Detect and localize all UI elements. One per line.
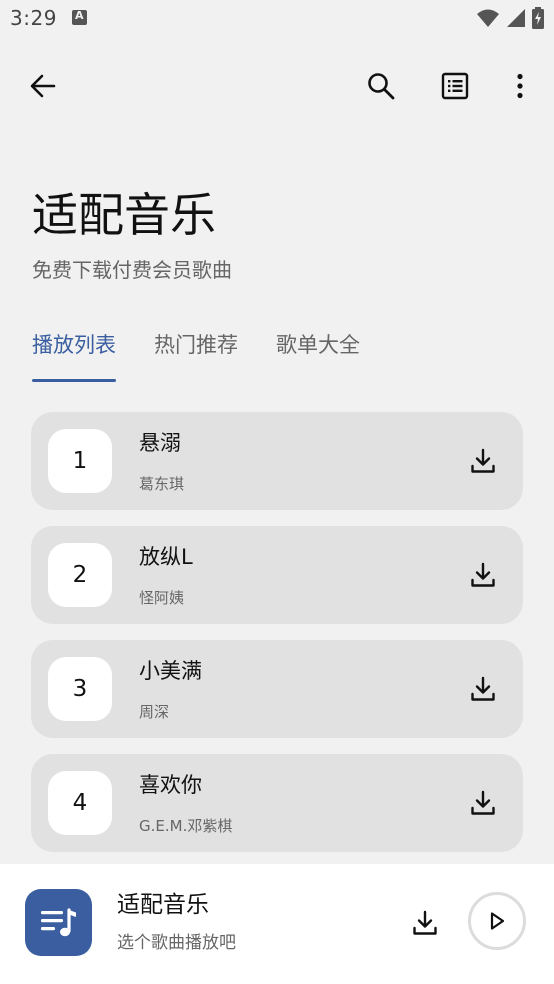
song-number: 4 [48, 771, 112, 835]
status-time: 3:29 [10, 6, 57, 30]
song-item[interactable]: 4 喜欢你 G.E.M.邓紫棋 [31, 754, 523, 852]
search-icon [368, 73, 395, 100]
song-title: 悬溺 [139, 431, 181, 455]
player-title: 适配音乐 [117, 892, 209, 918]
song-number: 3 [48, 657, 112, 721]
list-icon [441, 72, 469, 100]
song-title: 喜欢你 [139, 773, 202, 797]
song-title: 小美满 [139, 659, 202, 683]
player-download-button[interactable] [403, 901, 447, 945]
download-icon [413, 910, 437, 935]
tab-playlist[interactable]: 播放列表 [32, 328, 116, 382]
notification-a-icon [72, 9, 87, 25]
signal-icon [507, 9, 525, 27]
song-download-button[interactable] [461, 553, 505, 597]
song-list: 1 悬溺 葛东琪 2 放纵L 怪阿姨 3 小美满 周深 4 喜欢你 G.E.M.… [31, 412, 523, 868]
more-options-button[interactable] [498, 64, 542, 108]
battery-charging-icon [532, 7, 544, 29]
song-title: 放纵L [139, 545, 193, 569]
download-icon [471, 448, 495, 473]
page-subtitle: 免费下载付费会员歌曲 [32, 258, 232, 282]
song-artist: 葛东琪 [139, 475, 185, 493]
tab-playlist-collection[interactable]: 歌单大全 [276, 328, 360, 382]
play-button[interactable] [468, 892, 526, 950]
player-bar: 适配音乐 选个歌曲播放吧 [0, 864, 554, 984]
wifi-icon [477, 9, 499, 27]
app-bar [0, 60, 554, 112]
player-cover[interactable] [25, 889, 92, 956]
download-icon [471, 676, 495, 701]
app-screen: 3:29 A 适配音乐 免费下载付费会员歌曲 播放列表 热门推荐 歌单大全 1 … [0, 0, 554, 984]
status-icons [476, 7, 544, 29]
list-button[interactable] [433, 64, 477, 108]
song-artist: 周深 [139, 703, 170, 721]
search-button[interactable] [359, 64, 403, 108]
song-artist: G.E.M.邓紫棋 [139, 817, 233, 835]
song-number: 2 [48, 543, 112, 607]
song-item[interactable]: 2 放纵L 怪阿姨 [31, 526, 523, 624]
song-download-button[interactable] [461, 439, 505, 483]
music-queue-icon [40, 907, 76, 936]
song-number: 1 [48, 429, 112, 493]
back-button[interactable] [21, 64, 65, 108]
play-icon [490, 912, 505, 930]
tab-bar: 播放列表 热门推荐 歌单大全 [32, 328, 360, 382]
player-subtitle: 选个歌曲播放吧 [117, 933, 236, 953]
song-item[interactable]: 3 小美满 周深 [31, 640, 523, 738]
song-item[interactable]: 1 悬溺 葛东琪 [31, 412, 523, 510]
song-artist: 怪阿姨 [139, 589, 185, 607]
download-icon [471, 562, 495, 587]
status-bar: 3:29 [0, 0, 554, 38]
song-download-button[interactable] [461, 781, 505, 825]
more-vert-icon [517, 73, 523, 99]
back-arrow-icon [30, 74, 56, 98]
song-download-button[interactable] [461, 667, 505, 711]
page-title: 适配音乐 [32, 188, 216, 242]
tab-hot-recommend[interactable]: 热门推荐 [154, 328, 238, 382]
download-icon [471, 790, 495, 815]
